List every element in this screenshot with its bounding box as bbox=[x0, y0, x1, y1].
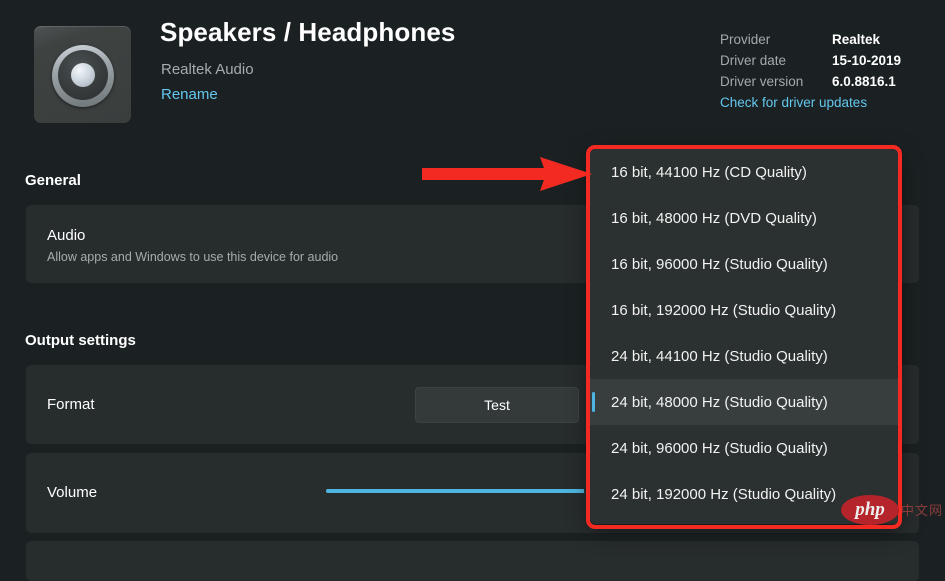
speaker-icon bbox=[34, 26, 131, 123]
driver-info-row: Driver version 6.0.8816.1 bbox=[720, 74, 945, 90]
audio-card-description: Allow apps and Windows to use this devic… bbox=[47, 250, 339, 264]
dropdown-option-selected[interactable]: 24 bit, 48000 Hz (Studio Quality) bbox=[590, 379, 900, 425]
volume-label: Volume bbox=[47, 484, 98, 501]
dropdown-option[interactable]: 24 bit, 44100 Hz (Studio Quality) bbox=[590, 333, 900, 379]
section-heading-output-settings: Output settings bbox=[25, 332, 136, 349]
driver-info-row: Driver date 15-10-2019 bbox=[720, 53, 945, 69]
driver-info-block: Provider Realtek Driver date 15-10-2019 … bbox=[720, 32, 945, 110]
device-subtitle: Realtek Audio bbox=[161, 61, 254, 78]
driver-version-value: 6.0.8816.1 bbox=[832, 74, 896, 89]
check-for-driver-updates-link[interactable]: Check for driver updates bbox=[720, 95, 945, 110]
dropdown-option[interactable]: 24 bit, 192000 Hz (Studio Quality) bbox=[590, 471, 900, 517]
device-header: Speakers / Headphones Realtek Audio Rena… bbox=[0, 0, 945, 140]
section-heading-general: General bbox=[25, 172, 81, 189]
dropdown-option[interactable]: 16 bit, 96000 Hz (Studio Quality) bbox=[590, 241, 900, 287]
page-title: Speakers / Headphones bbox=[160, 17, 456, 47]
format-dropdown-list[interactable]: 16 bit, 44100 Hz (CD Quality) 16 bit, 48… bbox=[590, 149, 900, 524]
format-label: Format bbox=[47, 396, 95, 413]
test-button[interactable]: Test bbox=[415, 387, 579, 423]
driver-version-label: Driver version bbox=[720, 74, 804, 89]
driver-date-label: Driver date bbox=[720, 53, 787, 68]
provider-value: Realtek bbox=[832, 32, 881, 47]
driver-info-row: Provider Realtek bbox=[720, 32, 945, 48]
audio-card-title: Audio bbox=[47, 227, 86, 244]
rename-link[interactable]: Rename bbox=[161, 86, 218, 103]
additional-card bbox=[26, 541, 919, 581]
speaker-dome bbox=[70, 62, 95, 87]
driver-date-value: 15-10-2019 bbox=[832, 53, 902, 68]
dropdown-option[interactable]: 16 bit, 44100 Hz (CD Quality) bbox=[590, 149, 900, 195]
dropdown-option[interactable]: 16 bit, 48000 Hz (DVD Quality) bbox=[590, 195, 900, 241]
provider-label: Provider bbox=[720, 32, 771, 47]
dropdown-option[interactable]: 24 bit, 96000 Hz (Studio Quality) bbox=[590, 425, 900, 471]
annotation-arrow-icon bbox=[422, 157, 592, 191]
dropdown-option[interactable]: 16 bit, 192000 Hz (Studio Quality) bbox=[590, 287, 900, 333]
volume-slider-fill bbox=[326, 489, 591, 493]
